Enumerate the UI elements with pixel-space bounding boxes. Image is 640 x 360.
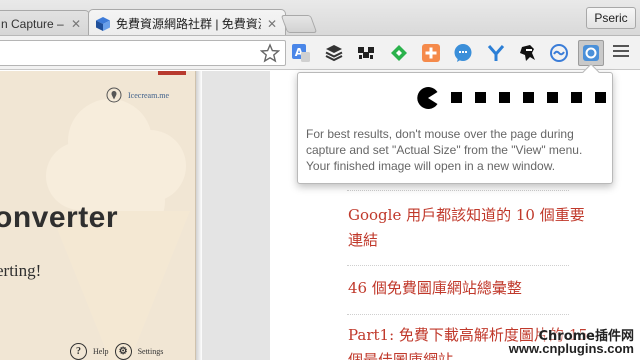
tab-free-resources[interactable]: 免費資源網路社群 | 免費資源 ✕ <box>88 9 286 35</box>
profile-button[interactable]: Pseric <box>586 7 636 29</box>
article-link[interactable]: 46 個免費圖庫網站總彙整 <box>348 276 588 301</box>
chrome-menu-icon[interactable] <box>613 45 629 59</box>
sync-icon[interactable] <box>548 42 570 64</box>
tab-title: 免費資源網路社群 | 免費資源 <box>116 17 261 31</box>
progress-dot <box>499 92 510 103</box>
address-bar[interactable] <box>0 40 286 66</box>
watermark-url: www.cnplugins.com <box>508 341 634 356</box>
icecream-link[interactable]: Icecream.me <box>128 91 169 100</box>
converter-heading: onverter <box>0 201 119 234</box>
capture-progress-indicator <box>417 87 606 109</box>
pacman-icon <box>417 87 438 109</box>
progress-dot <box>595 92 606 103</box>
chat-bubble-icon[interactable] <box>452 42 474 64</box>
settings-link[interactable]: Settings <box>138 347 164 356</box>
capture-instructions: For best results, don't mouse over the p… <box>306 127 583 173</box>
icecream-logo-icon <box>106 87 122 103</box>
browser-toolbar <box>0 36 640 70</box>
progress-dot <box>571 92 582 103</box>
capture-icon[interactable] <box>580 42 602 64</box>
layers-icon[interactable] <box>323 42 345 64</box>
watermark: Chrome插件网 www.cnplugins.com <box>509 322 640 360</box>
converter-subheading: erting! <box>0 261 42 280</box>
tab-capture[interactable]: n Capture – ✕ <box>0 10 90 35</box>
tab-title: n Capture – <box>1 17 64 31</box>
converter-page-panel: Icecream.me onverter erting! ? Help ⚙ Se… <box>0 71 196 360</box>
paw-icon[interactable] <box>355 42 377 64</box>
close-icon[interactable]: ✕ <box>69 17 83 31</box>
article-divider <box>347 265 569 266</box>
page-gutter <box>202 71 270 360</box>
tab-strip: n Capture – ✕ 免費資源網路社群 | 免費資源 ✕ Pseric <box>0 0 640 36</box>
article-divider <box>347 314 569 315</box>
y-tree-icon[interactable] <box>485 42 507 64</box>
progress-dot <box>523 92 534 103</box>
cube-favicon-icon <box>96 16 110 31</box>
close-icon[interactable]: ✕ <box>265 17 279 31</box>
article-divider <box>347 190 569 191</box>
help-icon[interactable]: ? <box>70 343 87 360</box>
footer-links: ? Help ⚙ Settings <box>70 343 163 360</box>
icecream-logo[interactable]: Icecream.me <box>106 87 169 103</box>
progress-dot <box>547 92 558 103</box>
translate-icon[interactable]: A <box>290 42 312 64</box>
plus-icon[interactable] <box>420 42 442 64</box>
new-tab-button[interactable] <box>280 15 318 33</box>
ninja-icon[interactable] <box>517 42 539 64</box>
help-link[interactable]: Help <box>93 347 109 356</box>
settings-gear-icon[interactable]: ⚙ <box>114 343 132 360</box>
article-link[interactable]: Google 用戶都該知道的 10 個重要連結 <box>348 203 588 253</box>
bookmark-star-icon[interactable] <box>260 43 280 63</box>
feedly-icon[interactable] <box>388 42 410 64</box>
progress-dot <box>475 92 486 103</box>
progress-dot <box>451 92 462 103</box>
